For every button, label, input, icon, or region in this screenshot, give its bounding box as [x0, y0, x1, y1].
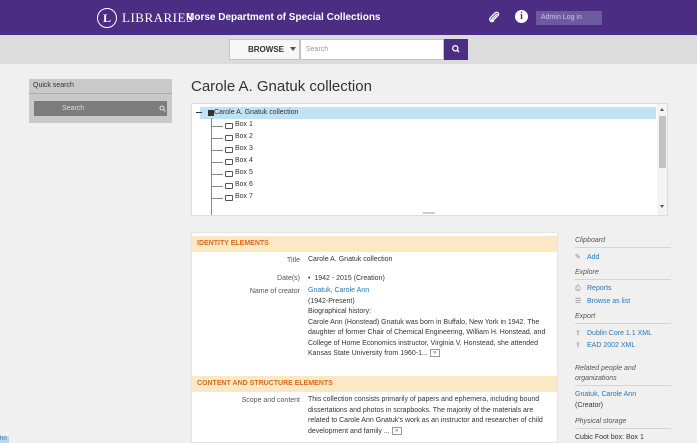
divider	[575, 247, 671, 248]
tree-item[interactable]: Box 2	[235, 133, 253, 140]
dates-value: • 1942 - 2015 (Creation)	[308, 275, 385, 282]
divider	[29, 93, 172, 94]
scroll-thumb[interactable]	[659, 116, 666, 168]
info-icon[interactable]: i	[515, 10, 528, 23]
creator-link[interactable]: Gnatuk, Carole Ann	[308, 286, 553, 297]
tree-scrollbar[interactable]	[657, 104, 667, 215]
tree-item[interactable]: Box 5	[235, 169, 253, 176]
dates-text: 1942 - 2015 (Creation)	[314, 275, 385, 282]
admin-login-button[interactable]: Admin Log in	[536, 11, 602, 25]
folder-icon	[225, 135, 233, 141]
clipboard-add-link[interactable]: ✎ Add	[575, 253, 599, 261]
quick-search-placeholder: Search	[62, 105, 85, 112]
folder-icon	[225, 123, 233, 129]
identity-elements-heading[interactable]: IDENTITY ELEMENTS	[192, 236, 557, 252]
tree-line	[211, 118, 212, 215]
paperclip-icon[interactable]	[488, 11, 500, 23]
tree-item[interactable]: Box 7	[235, 193, 253, 200]
scroll-up-icon[interactable]	[660, 108, 664, 111]
content-structure-heading[interactable]: CONTENT AND STRUCTURE ELEMENTS	[192, 376, 557, 392]
tree-line	[211, 150, 223, 151]
print-icon: ⎙	[575, 285, 581, 292]
tree-line	[211, 162, 223, 163]
scope-label: Scope and content	[241, 397, 300, 404]
quick-search-label: Quick search	[33, 82, 74, 89]
folder-icon	[225, 147, 233, 153]
quick-search-panel: Quick search Search	[29, 79, 172, 123]
tree-line	[211, 186, 223, 187]
tree-line	[211, 198, 223, 199]
logo-emblem-icon: L	[97, 8, 117, 28]
site-title[interactable]: Morse Department of Special Collections	[186, 12, 381, 23]
divider	[575, 279, 671, 280]
reports-link[interactable]: ⎙ Reports	[575, 285, 612, 293]
dates-label: Date(s)	[277, 275, 300, 282]
caret-down-icon	[290, 47, 296, 51]
dublin-core-link[interactable]: ⇪ Dublin Core 1.1 XML	[575, 329, 652, 337]
folder-icon	[225, 195, 233, 201]
page-title: Carole A. Gnatuk collection	[191, 78, 372, 95]
export-heading: Export	[575, 313, 596, 320]
reports-label: Reports	[587, 285, 612, 292]
title-value: Carole A. Gnatuk collection	[308, 256, 393, 263]
tree-line	[211, 126, 223, 127]
creator-value: Gnatuk, Carole Ann (1942-Present) Biogra…	[308, 286, 553, 360]
corner-tab[interactable]: hn	[0, 436, 9, 443]
ead-label: EAD 2002 XML	[587, 342, 636, 349]
paperclip-icon: ✎	[575, 254, 581, 261]
bio-label: Biographical history:	[308, 308, 372, 315]
related-creator-link[interactable]: Gnatuk, Carole Ann	[575, 391, 636, 398]
scroll-down-icon[interactable]	[660, 205, 664, 208]
search-icon	[159, 105, 166, 112]
tree-item[interactable]: Box 3	[235, 145, 253, 152]
search-icon	[452, 45, 460, 53]
tree-root-label[interactable]: Carole A. Gnatuk collection	[214, 107, 298, 119]
tree-item[interactable]: Box 4	[235, 157, 253, 164]
divider	[575, 323, 671, 324]
physical-storage-heading: Physical storage	[575, 418, 627, 425]
tree-line	[211, 138, 223, 139]
quick-search-input[interactable]: Search	[34, 101, 167, 116]
bio-text-body: Carole Ann (Honstead) Gnatuk was born in…	[308, 318, 546, 358]
browse-list-link[interactable]: ☰ Browse as list	[575, 297, 630, 305]
search-input[interactable]: Search	[300, 39, 444, 60]
explore-heading: Explore	[575, 269, 599, 276]
top-navigation-bar: L LIBRARIES Morse Department of Special …	[0, 0, 697, 35]
scope-value: This collection consists primarily of pa…	[308, 395, 553, 437]
upload-icon: ⇪	[575, 330, 581, 337]
divider	[575, 428, 671, 429]
related-heading: Related people and organizations	[575, 365, 636, 382]
logo-text: LIBRARIES	[122, 10, 194, 25]
divider	[575, 385, 671, 386]
clipboard-heading: Clipboard	[575, 237, 605, 244]
upload-icon: ⇪	[575, 342, 581, 349]
read-more-button[interactable]: »	[429, 349, 440, 358]
read-more-button[interactable]: »	[391, 426, 402, 435]
related-role: (Creator)	[575, 402, 604, 409]
creator-label: Name of creator	[249, 288, 300, 295]
dublin-core-label: Dublin Core 1.1 XML	[587, 330, 652, 337]
folder-icon	[225, 171, 233, 177]
creator-dates: (1942-Present)	[308, 297, 355, 305]
list-icon: ☰	[575, 298, 582, 305]
libraries-logo[interactable]: L LIBRARIES	[97, 8, 194, 28]
tree-item[interactable]: Box 1	[235, 121, 253, 128]
tree-item[interactable]: Box 6	[235, 181, 253, 188]
hierarchy-treeview[interactable]: Carole A. Gnatuk collection Box 1 Box 2 …	[191, 103, 668, 216]
browse-list-label: Browse as list	[587, 298, 631, 305]
folder-icon	[225, 183, 233, 189]
resize-handle[interactable]	[423, 212, 435, 214]
scope-text: This collection consists primarily of pa…	[308, 396, 543, 435]
tree-line	[211, 174, 223, 175]
storage-text: Cubic Foot box: Box 1	[575, 434, 644, 441]
search-bar: BROWSE Search	[0, 35, 697, 64]
title-label: Title	[287, 257, 300, 264]
collapse-icon[interactable]	[196, 112, 202, 113]
bio-text: Carole Ann (Honstead) Gnatuk was born in…	[308, 318, 553, 360]
search-submit-button[interactable]	[444, 39, 468, 60]
ead-link[interactable]: ⇪ EAD 2002 XML	[575, 341, 635, 349]
folder-icon	[225, 159, 233, 165]
description-panel: IDENTITY ELEMENTS Title Carole A. Gnatuk…	[191, 232, 558, 443]
add-label: Add	[587, 254, 600, 261]
